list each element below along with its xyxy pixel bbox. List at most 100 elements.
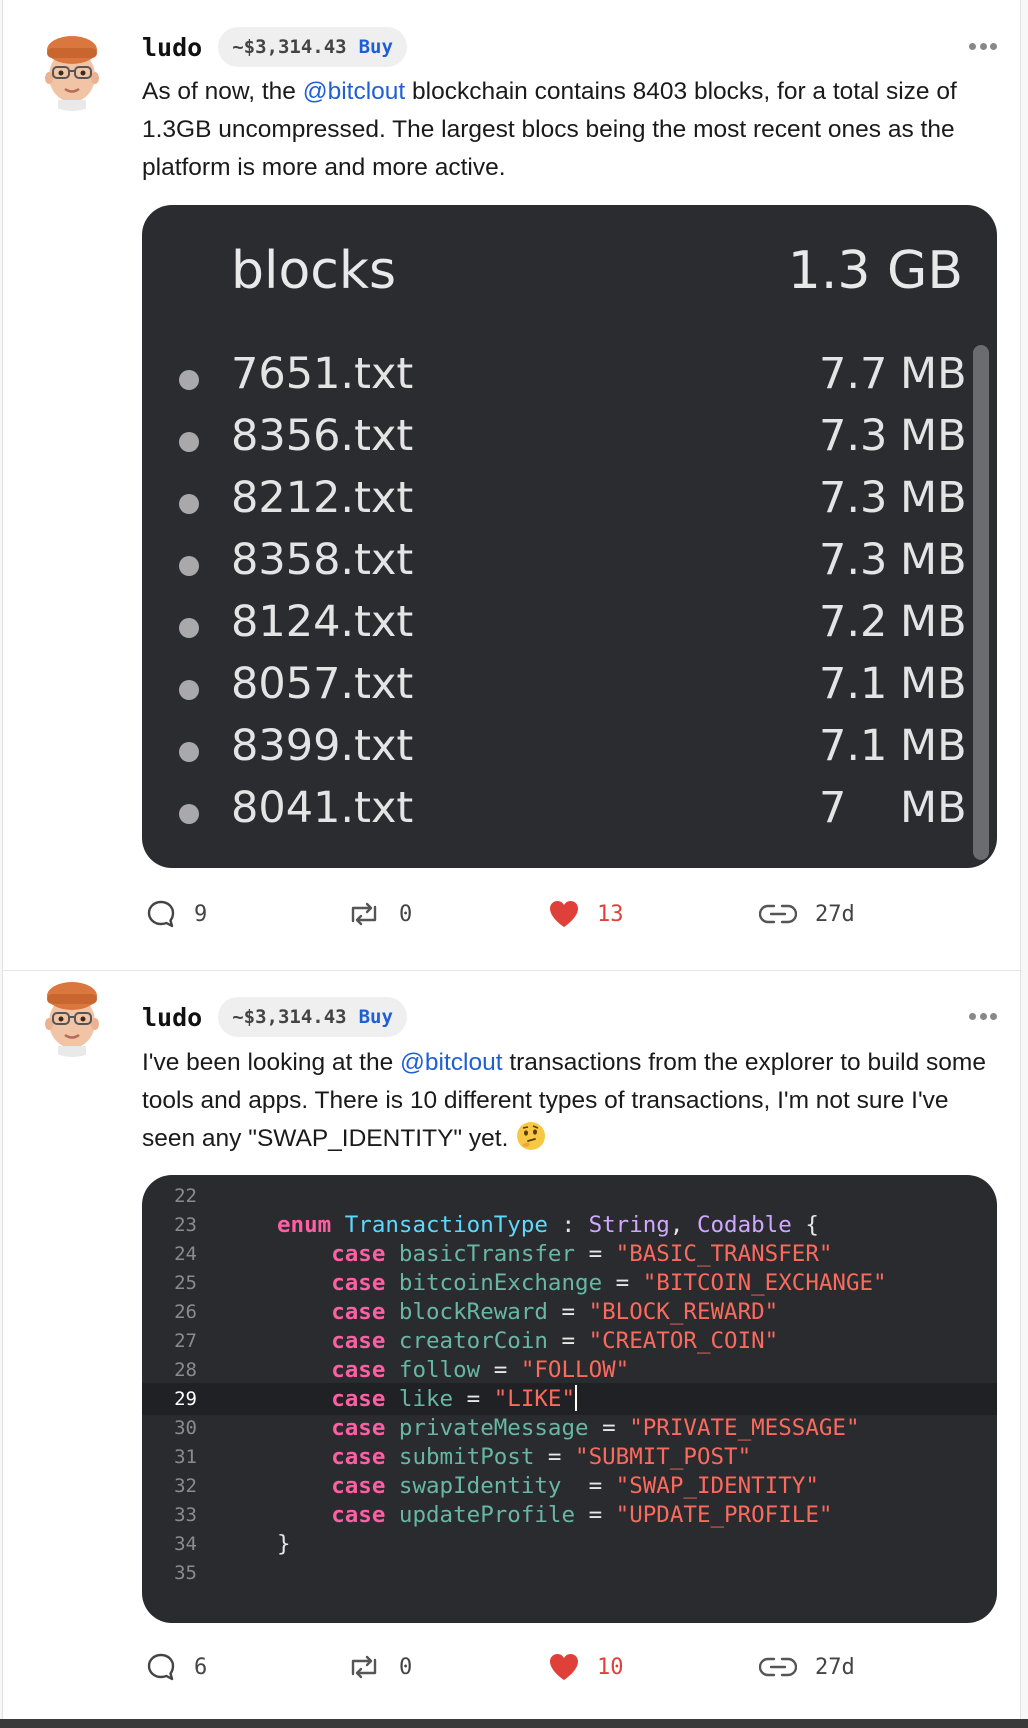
file-size-unit: MB: [900, 721, 967, 771]
repost-count: 0: [399, 901, 413, 927]
bullet-icon: [179, 618, 199, 638]
share-link-button[interactable]: 27d: [759, 894, 855, 934]
code-line: 32 case swapIdentity = "SWAP_IDENTITY": [174, 1473, 819, 1499]
comment-count: 6: [194, 1654, 208, 1680]
file-row: 8057.txt 7.1 MB: [142, 655, 997, 715]
post-text: As of now, the @bitclout blockchain cont…: [142, 78, 957, 181]
folder-header: blocks 1.3 GB: [142, 241, 997, 311]
comment-icon: [147, 900, 175, 928]
file-row: 7651.txt 7.7 MB: [142, 345, 997, 405]
buy-button[interactable]: Buy: [359, 36, 393, 58]
avatar[interactable]: [30, 26, 115, 111]
scrollbar[interactable]: [973, 345, 989, 860]
post-text: I've been looking at the @bitclout trans…: [142, 1049, 986, 1152]
thinking-face-icon: [517, 1122, 546, 1150]
like-count: 10: [597, 1654, 624, 1680]
folder-name: blocks: [231, 241, 397, 301]
post: ludo ~$3,314.43 Buy As of now, the @bitc…: [3, 0, 1022, 971]
file-name: 8212.txt: [231, 473, 414, 523]
file-size-unit: MB: [900, 659, 967, 709]
like-button[interactable]: 13: [549, 894, 624, 934]
file-name: 8356.txt: [231, 411, 414, 461]
window-bottom-edge: [0, 1719, 1028, 1728]
file-size: 7.3: [819, 473, 888, 523]
file-row: 8358.txt 7.3 MB: [142, 531, 997, 591]
code-line: 24 case basicTransfer = "BASIC_TRANSFER": [174, 1241, 833, 1267]
bullet-icon: [179, 680, 199, 700]
file-name: 8399.txt: [231, 721, 414, 771]
file-row: 8356.txt 7.3 MB: [142, 407, 997, 467]
code-line: 27 case creatorCoin = "CREATOR_COIN": [174, 1328, 779, 1354]
code-line: 31 case submitPost = "SUBMIT_POST": [174, 1444, 752, 1470]
file-name: 7651.txt: [231, 349, 414, 399]
bullet-icon: [179, 804, 199, 824]
folder-size: 1.3 GB: [787, 241, 963, 301]
repost-icon: [351, 902, 377, 926]
post-actions: 6 0 10 27d: [142, 1647, 1002, 1687]
share-link-button[interactable]: 27d: [759, 1647, 855, 1687]
code-line: 28 case follow = "FOLLOW": [174, 1357, 630, 1383]
avatar[interactable]: [30, 972, 115, 1057]
file-row: 8124.txt 7.2 MB: [142, 593, 997, 653]
coin-price: ~$3,314.43: [232, 1006, 347, 1028]
repost-button[interactable]: 0: [347, 894, 412, 934]
code-line: 34}: [174, 1531, 291, 1557]
bullet-icon: [179, 432, 199, 452]
coin-price: ~$3,314.43: [232, 36, 347, 58]
repost-button[interactable]: 0: [347, 1647, 412, 1687]
file-name: 8124.txt: [231, 597, 414, 647]
like-button[interactable]: 10: [549, 1647, 624, 1687]
memoji-avatar-icon: [30, 26, 115, 111]
link-icon: [759, 1657, 797, 1677]
file-row: 8399.txt 7.1 MB: [142, 717, 997, 777]
post-image-code[interactable]: 22 23 enum TransactionType : String, Coda…: [142, 1175, 997, 1623]
code-line: 22: [174, 1185, 197, 1207]
feed: ludo ~$3,314.43 Buy As of now, the @bitc…: [2, 0, 1022, 1728]
mention-link[interactable]: @bitclout: [303, 78, 406, 105]
code-line: 25 case bitcoinExchange = "BITCOIN_EXCHA…: [174, 1270, 887, 1296]
code-line: 33 case updateProfile = "UPDATE_PROFILE": [174, 1502, 833, 1528]
post-header: ludo ~$3,314.43 Buy: [142, 27, 407, 67]
file-name: 8057.txt: [231, 659, 414, 709]
file-size: 7.7: [819, 349, 888, 399]
comment-button[interactable]: 9: [146, 894, 207, 934]
post: ludo ~$3,314.43 Buy I've been looking at…: [3, 972, 1022, 1718]
file-size: 7.1: [819, 721, 888, 771]
file-size: 7: [819, 783, 847, 833]
creator-coin-price-pill[interactable]: ~$3,314.43 Buy: [218, 27, 407, 67]
heart-icon: [550, 1654, 578, 1680]
comment-count: 9: [194, 901, 208, 927]
bullet-icon: [179, 742, 199, 762]
bullet-icon: [179, 556, 199, 576]
file-size-unit: MB: [900, 411, 967, 461]
buy-button[interactable]: Buy: [359, 1006, 393, 1028]
mention-link[interactable]: @bitclout: [400, 1049, 503, 1076]
file-size: 7.3: [819, 411, 888, 461]
file-name: 8358.txt: [231, 535, 414, 585]
comment-icon: [147, 1653, 175, 1681]
code-line: 23 enum TransactionType : String, Codable…: [174, 1212, 819, 1238]
username[interactable]: ludo: [142, 33, 202, 62]
comment-button[interactable]: 6: [146, 1647, 207, 1687]
repost-icon: [351, 1655, 377, 1679]
file-name: 8041.txt: [231, 783, 414, 833]
post-image-file-list[interactable]: blocks 1.3 GB 7651.txt 7.7 MB 8356.txt 7.3 M…: [142, 205, 997, 868]
more-options-icon[interactable]: [969, 1011, 997, 1021]
file-size-unit: MB: [900, 349, 967, 399]
file-size-unit: MB: [900, 597, 967, 647]
heart-icon: [550, 901, 578, 927]
code-line: 35: [174, 1562, 197, 1584]
file-row: 8212.txt 7.3 MB: [142, 469, 997, 529]
bullet-icon: [179, 370, 199, 390]
username[interactable]: ludo: [142, 1003, 202, 1032]
file-size: 7.3: [819, 535, 888, 585]
code-line: 30 case privateMessage = "PRIVATE_MESSAG…: [174, 1415, 860, 1441]
post-actions: 9 0 13 27d: [142, 894, 1002, 934]
link-icon: [759, 904, 797, 924]
more-options-icon[interactable]: [969, 41, 997, 51]
code-line-active: 29 case like = "LIKE": [142, 1383, 997, 1415]
code-line: 26 case blockReward = "BLOCK_REWARD": [174, 1299, 779, 1325]
file-size-unit: MB: [900, 535, 967, 585]
creator-coin-price-pill[interactable]: ~$3,314.43 Buy: [218, 997, 407, 1037]
repost-count: 0: [399, 1654, 413, 1680]
